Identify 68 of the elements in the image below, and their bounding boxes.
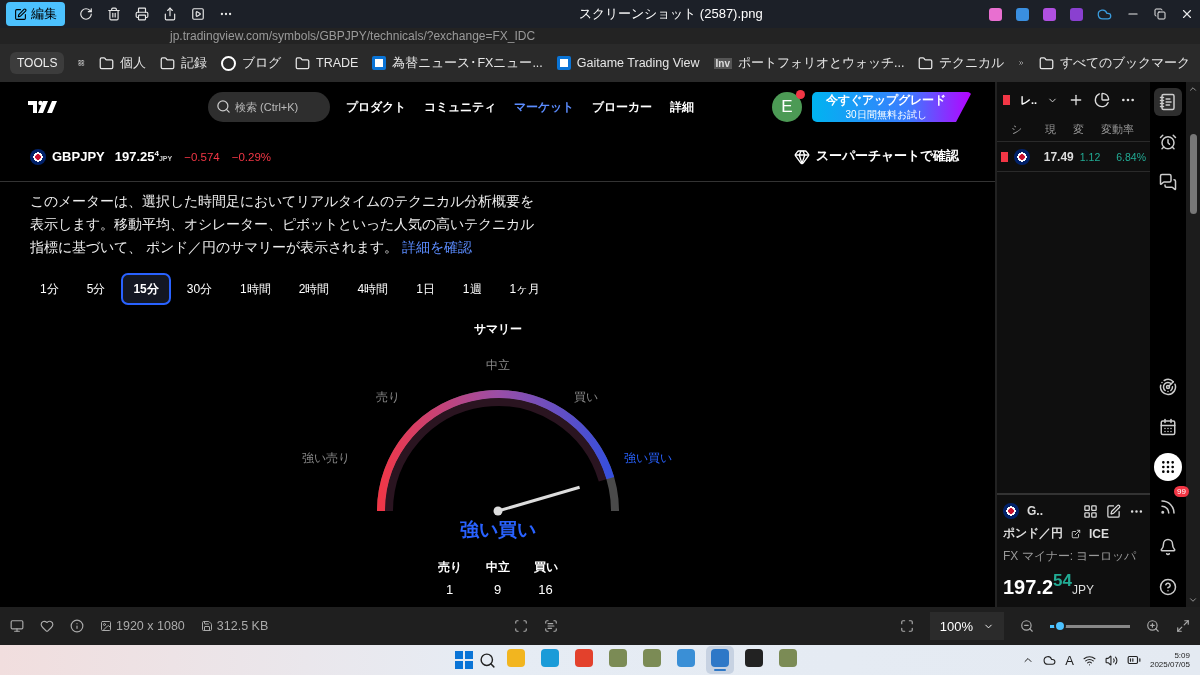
tools-button[interactable]: TOOLS [10,52,65,74]
symbol-ticker: GBPJPY [52,149,105,164]
bookmark[interactable]: 個人 [99,54,147,72]
bookmark[interactable]: TRADE [295,55,359,71]
count-label: 中立 [485,559,510,576]
bookmark[interactable]: ブログ [221,54,282,72]
search-field[interactable]: 検索 (Ctrl+K) [208,92,330,122]
gauge-label: 強い買い [623,450,672,467]
count-badge: 99 [1174,486,1189,497]
bookmark[interactable]: Inv ポートフォリオとウォッチ... [713,54,905,72]
gauge-label: 中立 [485,357,510,374]
price-change: −0.574 [184,150,220,163]
exchange: ICE [1089,526,1109,541]
nav-link[interactable]: 詳細 [670,99,694,115]
count-value: 9 [493,582,502,597]
bookmark[interactable]: 記録 [160,54,208,72]
nav-link[interactable]: マーケット [514,99,574,115]
gauge-label: 買い [573,389,598,406]
count-label: 買い [533,559,558,576]
image-dimensions: 1920 x 1080 [116,619,185,633]
edit-button[interactable]: 編集 [6,2,65,26]
watchlist-title[interactable]: レ.. [1020,92,1038,108]
count-value: 1 [445,582,454,597]
nav-link[interactable]: ブローカー [592,99,652,115]
summary-result: 強い買い [458,518,537,542]
gauge-label: 強い売り [301,450,350,467]
clock-time[interactable]: 5:09 [1174,651,1190,660]
change: 1.12 [1079,150,1101,163]
site-logo: Inv [713,57,732,69]
zoom-dropdown[interactable]: 100% [929,612,1004,640]
column-header: 変動率 [1101,122,1135,137]
bookmark[interactable]: 為替ニュース･FXニュー... [372,54,543,72]
symbol-name: ポンド／円 [1003,525,1063,543]
timeframe-tab[interactable]: 15分 [121,273,171,305]
timeframe-tab[interactable]: 1時間 [228,273,283,305]
bookmark[interactable]: テクニカル [918,54,1005,72]
count-value: 16 [538,582,553,597]
price-change-percent: −0.29% [231,150,272,163]
change-percent: 6.84% [1116,150,1146,163]
input-method-indicator[interactable]: A [1065,652,1074,668]
gauge-label: 売り [375,389,400,406]
description: このメーターは、選択した時間足においてリアルタイムのテクニカル分析概要を表示します。移動平均、オシレーター、ピボットといった人気の高いテクニカル指標に基づいて、 ポンド／円のサマリーが表示されます。 詳細を確認 [30,193,535,257]
clock-date[interactable]: 2025/07/05 [1149,660,1190,669]
bookmark[interactable]: Gaitame Trading View [556,56,700,70]
timeframe-tab[interactable]: 4時間 [345,273,401,305]
timeframe-tab[interactable]: 5分 [74,273,118,305]
nav-link[interactable]: プロダクト [346,99,406,115]
column-header: 現 [1045,122,1057,137]
symbol-ticker: G.. [1027,504,1043,519]
count-label: 売り [437,559,462,576]
summary-title: サマリー [472,321,523,338]
supercharts-link[interactable]: スーパーチャートで確認 [788,147,965,166]
details-link[interactable]: 詳細を確認 [397,240,472,255]
timeframe-tab[interactable]: 1週 [450,273,494,305]
bookmark[interactable]: すべてのブックマーク [1039,54,1190,72]
price: 17.49 [1043,149,1074,164]
timeframe-tab[interactable]: 2時間 [286,273,342,305]
nav-link[interactable]: コミュニティ [424,99,496,115]
column-header: 変 [1073,122,1085,137]
timeframe-tab[interactable]: 30分 [174,273,225,305]
window-title: スクリーンショット (2587).png [578,5,764,23]
file-size: 312.5 KB [216,619,269,633]
symbol-category: FX マイナー: ヨーロッパ [1003,548,1138,566]
watchlist-row[interactable]: 17.49 1.12 6.84% [997,142,1150,172]
column-header: シ [1011,122,1023,137]
timeframe-tab[interactable]: 1日 [404,273,447,305]
timeframe-tab[interactable]: 1分 [28,273,71,305]
timeframe-tab[interactable]: 1ヶ月 [497,273,553,305]
